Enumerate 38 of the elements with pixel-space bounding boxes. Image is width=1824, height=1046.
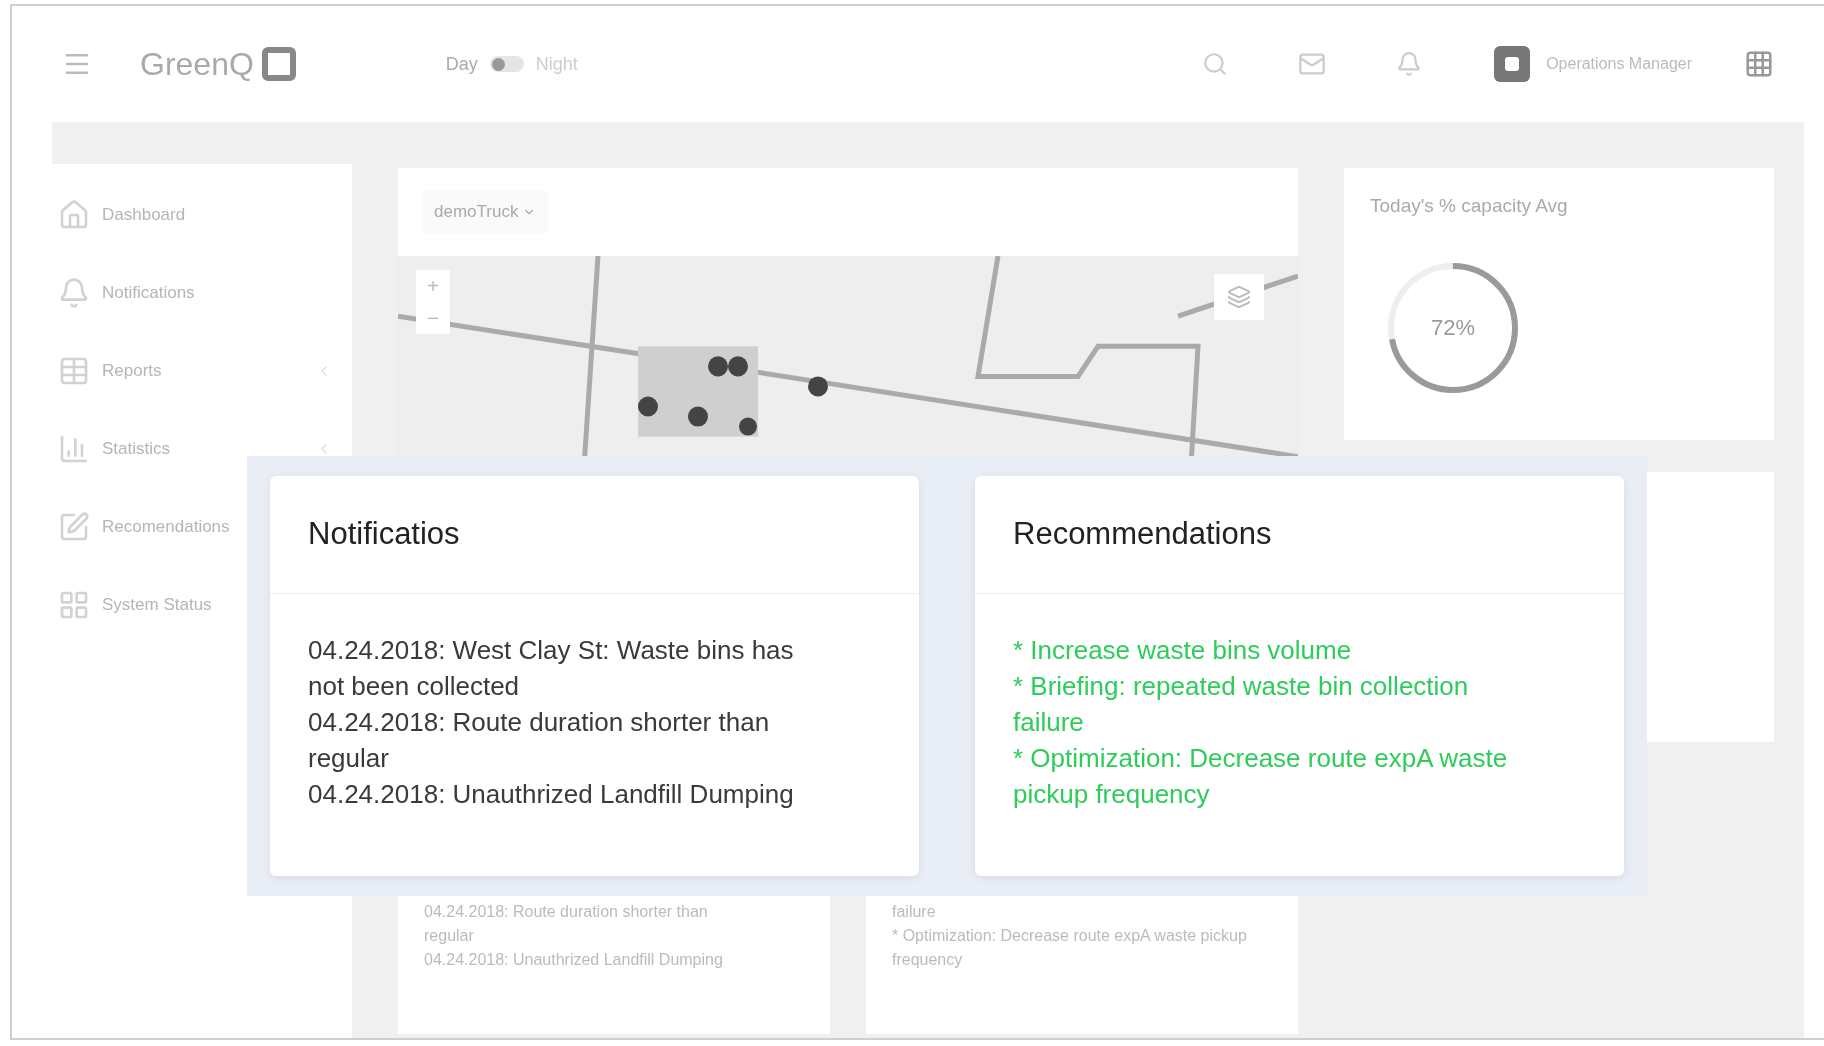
recommendation-text: * Optimization: Decrease route expA waste pickup frequency bbox=[1013, 742, 1509, 811]
pencil-icon bbox=[58, 511, 90, 543]
capacity-title: Today's % capacity Avg bbox=[1370, 195, 1568, 216]
notification-text: 04.24.2018: Route duration shorter than regular bbox=[308, 706, 771, 775]
notification-text: 04.24.2018: West Clay St: Waste bins has not been collected bbox=[308, 634, 795, 703]
recommendation-line: failure bbox=[892, 902, 937, 922]
recommendation-text: * Increase waste bins volume bbox=[1013, 634, 1353, 667]
zoom-out-button[interactable]: − bbox=[416, 302, 450, 334]
user-name[interactable]: Operations Manager bbox=[1546, 52, 1692, 76]
card-title: Recommendations bbox=[1013, 515, 1272, 554]
vehicle-dropdown[interactable]: demoTruck bbox=[422, 191, 549, 233]
sidebar-item[interactable]: Dashboard bbox=[102, 202, 332, 228]
bell-icon bbox=[58, 277, 90, 309]
mode-toggle[interactable] bbox=[489, 56, 524, 72]
notification-text: 04.24.2018: Unauthrized Landfill Dumping bbox=[308, 778, 795, 811]
recommendation-line: * Optimization: Decrease route expA waste pickup frequency bbox=[892, 926, 1248, 970]
logo-text: GreenQ bbox=[140, 45, 254, 84]
card-title: Notificatios bbox=[308, 515, 460, 554]
search-icon[interactable] bbox=[1202, 51, 1229, 77]
bar-chart-icon bbox=[58, 433, 90, 465]
layers-button[interactable] bbox=[1214, 274, 1264, 320]
sidebar-item[interactable]: Reports bbox=[102, 358, 316, 384]
grid-icon[interactable] bbox=[1744, 49, 1774, 79]
layers-icon bbox=[1227, 285, 1251, 309]
zoom-in-button[interactable]: + bbox=[416, 270, 450, 302]
table-icon bbox=[58, 355, 90, 387]
day-label: Day bbox=[445, 52, 478, 76]
logo-icon bbox=[261, 47, 296, 81]
notification-line: 04.24.2018: Route duration shorter than regular bbox=[424, 902, 709, 946]
grid-icon bbox=[58, 589, 90, 621]
avatar[interactable] bbox=[1494, 46, 1531, 82]
house-icon bbox=[58, 199, 90, 231]
gauge-value: 72% bbox=[1430, 314, 1475, 342]
recommendation-text: * Briefing: repeated waste bin collection failure bbox=[1013, 670, 1470, 739]
notification-line: 04.24.2018: Unauthrized Landfill Dumping bbox=[424, 950, 724, 970]
sidebar-item[interactable]: Statistics bbox=[102, 436, 316, 462]
bell-icon[interactable] bbox=[1396, 51, 1423, 77]
sidebar-item[interactable]: Notifications bbox=[102, 280, 332, 306]
